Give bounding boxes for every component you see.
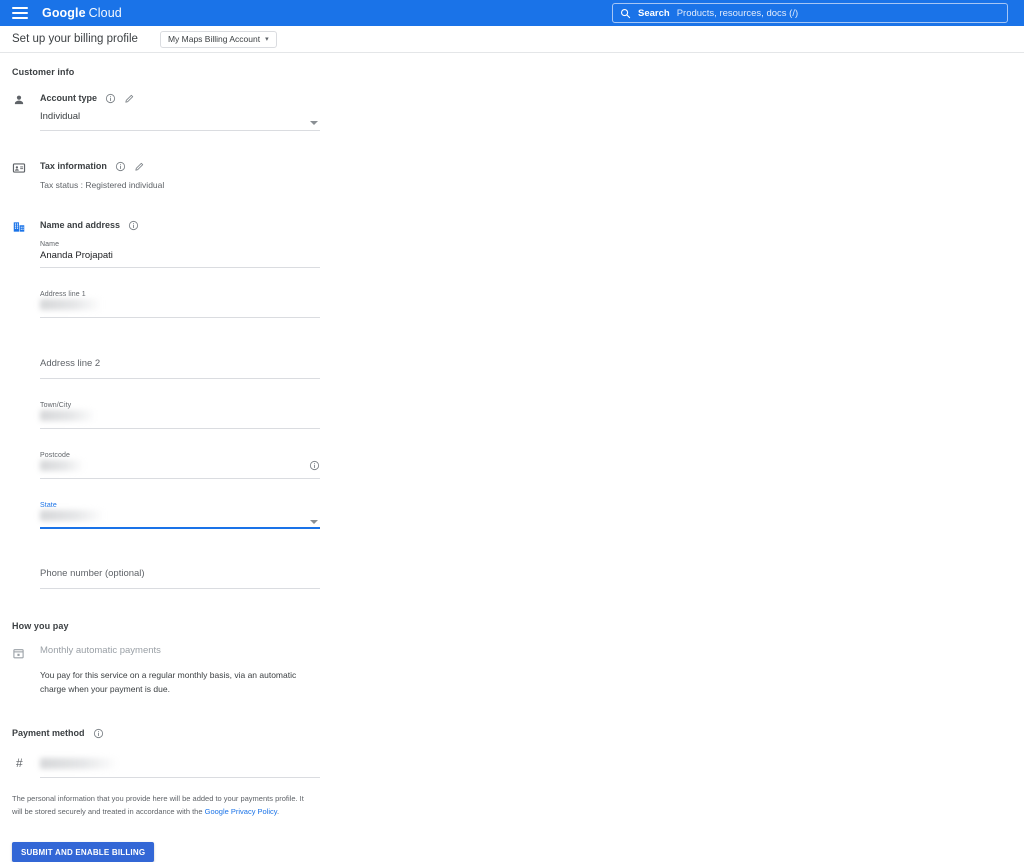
name-and-address-header: Name and address <box>40 218 320 232</box>
phone-number-field[interactable]: Phone number (optional) <box>40 562 320 589</box>
payment-method-label: Payment method <box>12 728 85 738</box>
billing-account-selector[interactable]: My Maps Billing Account ▾ <box>160 31 277 48</box>
payment-schedule-description: You pay for this service on a regular mo… <box>40 668 320 696</box>
chevron-down-icon: ▾ <box>265 35 269 43</box>
hamburger-icon[interactable] <box>12 7 28 19</box>
account-type-header: Account type <box>40 91 320 105</box>
payment-method-header: Payment method <box>12 726 320 740</box>
billing-account-label: My Maps Billing Account <box>168 34 260 44</box>
hash-icon: # <box>16 756 23 770</box>
name-and-address-row: Name and address Name Ananda Projapati <box>12 218 320 589</box>
search-placeholder: Products, resources, docs (/) <box>677 8 798 19</box>
name-field[interactable]: Name Ananda Projapati <box>40 241 320 268</box>
info-icon[interactable] <box>128 220 139 231</box>
postcode-label: Postcode <box>40 452 70 459</box>
field-underline <box>40 777 320 778</box>
info-icon[interactable] <box>115 161 126 172</box>
payment-method-field[interactable]: # <box>12 754 320 778</box>
address-line-2-field[interactable]: Address line 2 <box>40 352 320 379</box>
name-field-value: Ananda Projapati <box>40 250 113 261</box>
redacted-value <box>40 410 96 421</box>
field-underline <box>40 317 320 318</box>
pencil-icon[interactable] <box>134 161 145 172</box>
name-and-address-label: Name and address <box>40 220 120 230</box>
brand-cloud: Cloud <box>89 6 122 20</box>
pencil-icon[interactable] <box>124 93 135 104</box>
billing-profile-form: Customer info Account type <box>0 53 1024 862</box>
account-type-select[interactable]: Individual <box>40 111 320 131</box>
sub-header: Set up your billing profile My Maps Bill… <box>0 26 1024 53</box>
person-icon <box>12 91 40 112</box>
address-line-1-label: Address line 1 <box>40 291 86 298</box>
field-underline <box>40 478 320 479</box>
tax-information-row: Tax information Tax status <box>12 159 320 190</box>
submit-and-enable-billing-button[interactable]: SUBMIT AND ENABLE BILLING <box>12 842 154 862</box>
field-underline <box>40 267 320 268</box>
tax-information-label: Tax information <box>40 161 107 171</box>
address-line-1-field[interactable]: Address line 1 <box>40 291 320 318</box>
search-icon <box>620 8 631 19</box>
redacted-value <box>40 460 84 471</box>
info-icon[interactable] <box>309 458 320 476</box>
info-icon[interactable] <box>105 93 116 104</box>
tax-information-header: Tax information <box>40 159 320 173</box>
search-label: Search <box>638 8 670 19</box>
id-card-icon <box>12 159 40 180</box>
building-icon <box>12 218 40 239</box>
brand-google: Google <box>42 6 86 20</box>
redacted-value <box>40 758 118 769</box>
google-cloud-logo[interactable]: GoogleCloud <box>42 6 122 20</box>
calendar-icon <box>12 645 40 665</box>
redacted-value <box>40 510 104 521</box>
postcode-field[interactable]: Postcode <box>40 452 320 479</box>
town-city-label: Town/City <box>40 402 71 409</box>
address-line-2-placeholder: Address line 2 <box>40 358 100 369</box>
account-type-row: Account type Ind <box>12 91 320 131</box>
legal-text-after: . <box>277 807 279 816</box>
state-label: State <box>40 502 57 509</box>
redacted-value <box>40 299 102 310</box>
chevron-down-icon <box>310 121 318 125</box>
search-input[interactable]: Search Products, resources, docs (/) <box>612 3 1008 23</box>
state-field[interactable]: State <box>40 502 320 529</box>
town-city-field[interactable]: Town/City <box>40 402 320 429</box>
account-type-value: Individual <box>40 111 80 122</box>
page-title: Set up your billing profile <box>12 33 138 45</box>
field-underline <box>40 428 320 429</box>
tax-status-text: Tax status : Registered individual <box>40 180 320 190</box>
top-app-bar: GoogleCloud Search Products, resources, … <box>0 0 1024 26</box>
google-privacy-policy-link[interactable]: Google Privacy Policy <box>205 807 277 816</box>
field-underline <box>40 588 320 589</box>
payment-schedule-label: Monthly automatic payments <box>40 645 320 656</box>
field-underline <box>40 130 320 131</box>
account-type-label: Account type <box>40 93 97 103</box>
field-underline <box>40 378 320 379</box>
how-you-pay-heading: How you pay <box>12 621 320 631</box>
name-field-label: Name <box>40 241 59 248</box>
phone-number-placeholder: Phone number (optional) <box>40 568 145 579</box>
legal-disclaimer: The personal information that you provid… <box>12 792 308 818</box>
chevron-down-icon <box>310 520 318 524</box>
info-icon[interactable] <box>93 728 104 739</box>
customer-info-heading: Customer info <box>12 67 320 77</box>
field-underline-focused <box>40 527 320 529</box>
payment-schedule-row: Monthly automatic payments You pay for t… <box>12 645 320 696</box>
